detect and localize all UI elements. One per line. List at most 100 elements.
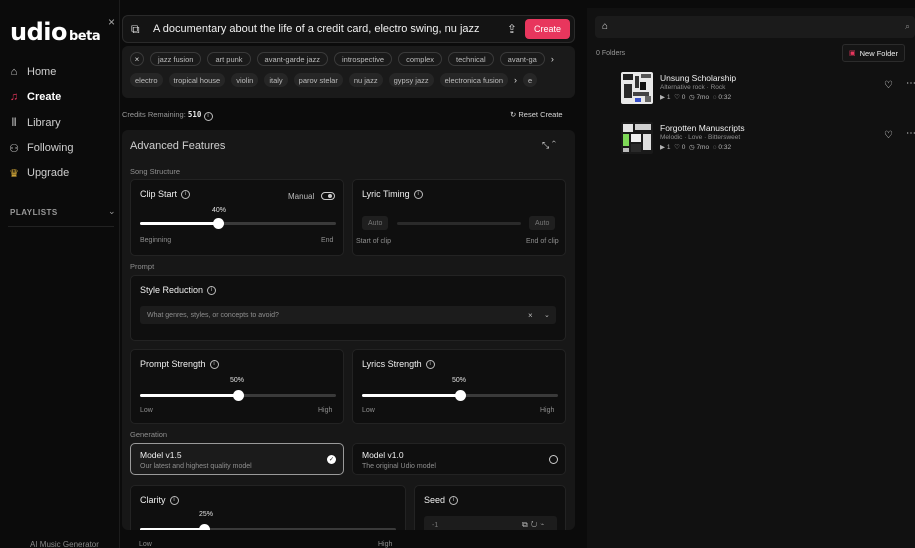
slider-knob[interactable]: [455, 390, 466, 401]
radio-icon[interactable]: [549, 455, 558, 464]
model-v1-0-title: Model v1.0: [362, 450, 404, 460]
tag-chip[interactable]: art punk: [207, 52, 251, 66]
advanced-features-panel: Advanced Features ⤡ ⌃ Song Structure Cli…: [122, 130, 575, 530]
tag-chip[interactable]: introspective: [334, 52, 393, 66]
info-icon[interactable]: i: [209, 359, 219, 369]
tag-chip[interactable]: jazz fusion: [150, 52, 202, 66]
advanced-features-title: Advanced Features: [130, 140, 226, 152]
tag-chip[interactable]: italy: [264, 73, 288, 87]
clear-tags-icon[interactable]: ×: [130, 52, 144, 66]
model-v1-0-desc: The original Udio model: [362, 463, 436, 470]
info-icon[interactable]: i: [203, 111, 213, 121]
chevron-down-icon[interactable]: ⌄: [108, 206, 116, 217]
lyric-end-input[interactable]: Auto: [529, 216, 556, 230]
model-v1-5-desc: Our latest and highest quality model: [140, 463, 252, 470]
song-row[interactable]: Forgotten Manuscripts Melodic · Love · B…: [621, 122, 915, 156]
tag-chip[interactable]: e: [523, 73, 538, 87]
song-title[interactable]: Forgotten Manuscripts: [660, 123, 745, 133]
collapse-icon[interactable]: ⤡ ⌃: [542, 140, 556, 151]
more-icon[interactable]: ⋯: [906, 128, 915, 139]
footer-text: AI Music Generator: [30, 540, 99, 548]
song-row[interactable]: Unsung Scholarship Alternative rock · Ro…: [621, 72, 915, 106]
lyrics-strength-low: Low: [362, 407, 375, 414]
tag-chip[interactable]: tropical house: [168, 73, 226, 87]
info-icon[interactable]: i: [449, 495, 459, 505]
lyric-timing-title: Lyric Timing i: [362, 189, 423, 199]
tag-chip[interactable]: violin: [231, 73, 259, 87]
library-search-bar[interactable]: ⌂ ⌕: [595, 16, 915, 38]
seed-input[interactable]: -1 ⧉↻⌁: [424, 516, 557, 530]
info-icon[interactable]: i: [207, 285, 217, 295]
tag-chip[interactable]: electronica fusion: [439, 73, 508, 87]
udio-logo[interactable]: udio beta: [10, 18, 101, 46]
lyric-start-input[interactable]: Auto: [362, 216, 389, 230]
song-cover[interactable]: [621, 122, 653, 154]
prompt-icon: ⧉: [131, 21, 140, 36]
info-icon[interactable]: i: [181, 189, 191, 199]
lyric-timing-high: End of clip: [526, 238, 559, 245]
lyrics-strength-value: 50%: [452, 377, 467, 384]
tag-chip[interactable]: electro: [130, 73, 163, 87]
nav-home[interactable]: ⌂ Home: [8, 63, 57, 81]
prompt-input[interactable]: A documentary about the life of a credit…: [153, 23, 507, 35]
lyric-timing-slider[interactable]: [397, 222, 521, 225]
reset-icon: ↻: [510, 110, 517, 119]
song-tags: Melodic · Love · Bittersweet: [660, 134, 741, 141]
tag-chip[interactable]: avant-ga: [499, 52, 545, 66]
prompt-strength-slider[interactable]: [140, 390, 336, 401]
slider-knob[interactable]: [199, 524, 210, 530]
slider-fill: [140, 394, 238, 397]
nav-library[interactable]: ⫴ Library: [8, 114, 61, 132]
tag-chip[interactable]: nu jazz: [348, 73, 383, 87]
slider-knob[interactable]: [233, 390, 244, 401]
manual-toggle[interactable]: [321, 192, 335, 200]
song-cover[interactable]: [621, 72, 653, 104]
tag-chip[interactable]: avant-garde jazz: [256, 52, 328, 66]
like-icon[interactable]: ♡: [884, 80, 893, 91]
nav-following[interactable]: ⚇ Following: [8, 139, 73, 157]
reset-create-button[interactable]: ↻ Reset Create: [510, 110, 563, 119]
nav-upgrade[interactable]: ♛ Upgrade: [8, 164, 69, 182]
lyric-timing-low: Start of clip: [356, 238, 392, 245]
model-v1-0-option[interactable]: Model v1.0 The original Udio model: [352, 443, 566, 475]
slider-knob[interactable]: [213, 218, 225, 229]
play-icon: ▶: [660, 144, 665, 151]
nav-create[interactable]: ♫ Create: [8, 88, 61, 106]
clip-start-low: Beginning: [140, 237, 172, 244]
heart-icon: ♡: [674, 94, 680, 101]
clear-icon[interactable]: ×: [528, 311, 533, 320]
close-sidebar-icon[interactable]: ×: [108, 15, 115, 29]
info-icon[interactable]: i: [413, 189, 423, 199]
tag-chip[interactable]: technical: [448, 52, 494, 66]
clarity-low: Low: [139, 541, 152, 548]
lyrics-strength-slider[interactable]: [362, 390, 558, 401]
tag-suggestions: × jazz fusion art punk avant-garde jazz …: [122, 46, 575, 98]
tag-chip[interactable]: parov stelar: [293, 73, 343, 87]
prompt-bar[interactable]: ⧉ A documentary about the life of a cred…: [122, 15, 575, 43]
create-button[interactable]: Create: [524, 19, 570, 39]
tag-chip[interactable]: gypsy jazz: [388, 73, 434, 87]
scroll-right-icon[interactable]: ›: [514, 75, 517, 85]
tag-chip[interactable]: complex: [398, 52, 443, 66]
search-icon[interactable]: ⌕: [905, 21, 910, 32]
clip-start-slider[interactable]: [140, 218, 336, 229]
upload-icon[interactable]: ⇪: [507, 22, 517, 36]
clock-icon: ◷: [688, 94, 695, 101]
clarity-slider[interactable]: [140, 524, 396, 530]
scroll-right-icon[interactable]: ›: [551, 54, 554, 64]
song-title[interactable]: Unsung Scholarship: [660, 73, 736, 83]
style-reduction-card: Style Reduction i What genres, styles, or…: [130, 275, 566, 341]
model-v1-5-option[interactable]: Model v1.5 Our latest and highest qualit…: [130, 443, 344, 475]
more-icon[interactable]: ⋯: [906, 78, 915, 89]
prompt-strength-title: Prompt Strength i: [140, 359, 219, 369]
seed-actions-icon[interactable]: ⧉↻⌁: [522, 520, 547, 530]
lyrics-strength-card: Lyrics Strength i 50% Low High: [352, 349, 566, 424]
home-icon[interactable]: ⌂: [602, 21, 608, 32]
info-icon[interactable]: i: [425, 359, 435, 369]
style-reduction-input[interactable]: What genres, styles, or concepts to avoi…: [140, 306, 556, 324]
create-icon: ♫: [9, 91, 19, 103]
like-icon[interactable]: ♡: [884, 130, 893, 141]
new-folder-button[interactable]: ▣ New Folder: [842, 44, 905, 62]
info-icon[interactable]: i: [169, 495, 179, 505]
chevron-updown-icon[interactable]: ⌄: [544, 311, 550, 319]
